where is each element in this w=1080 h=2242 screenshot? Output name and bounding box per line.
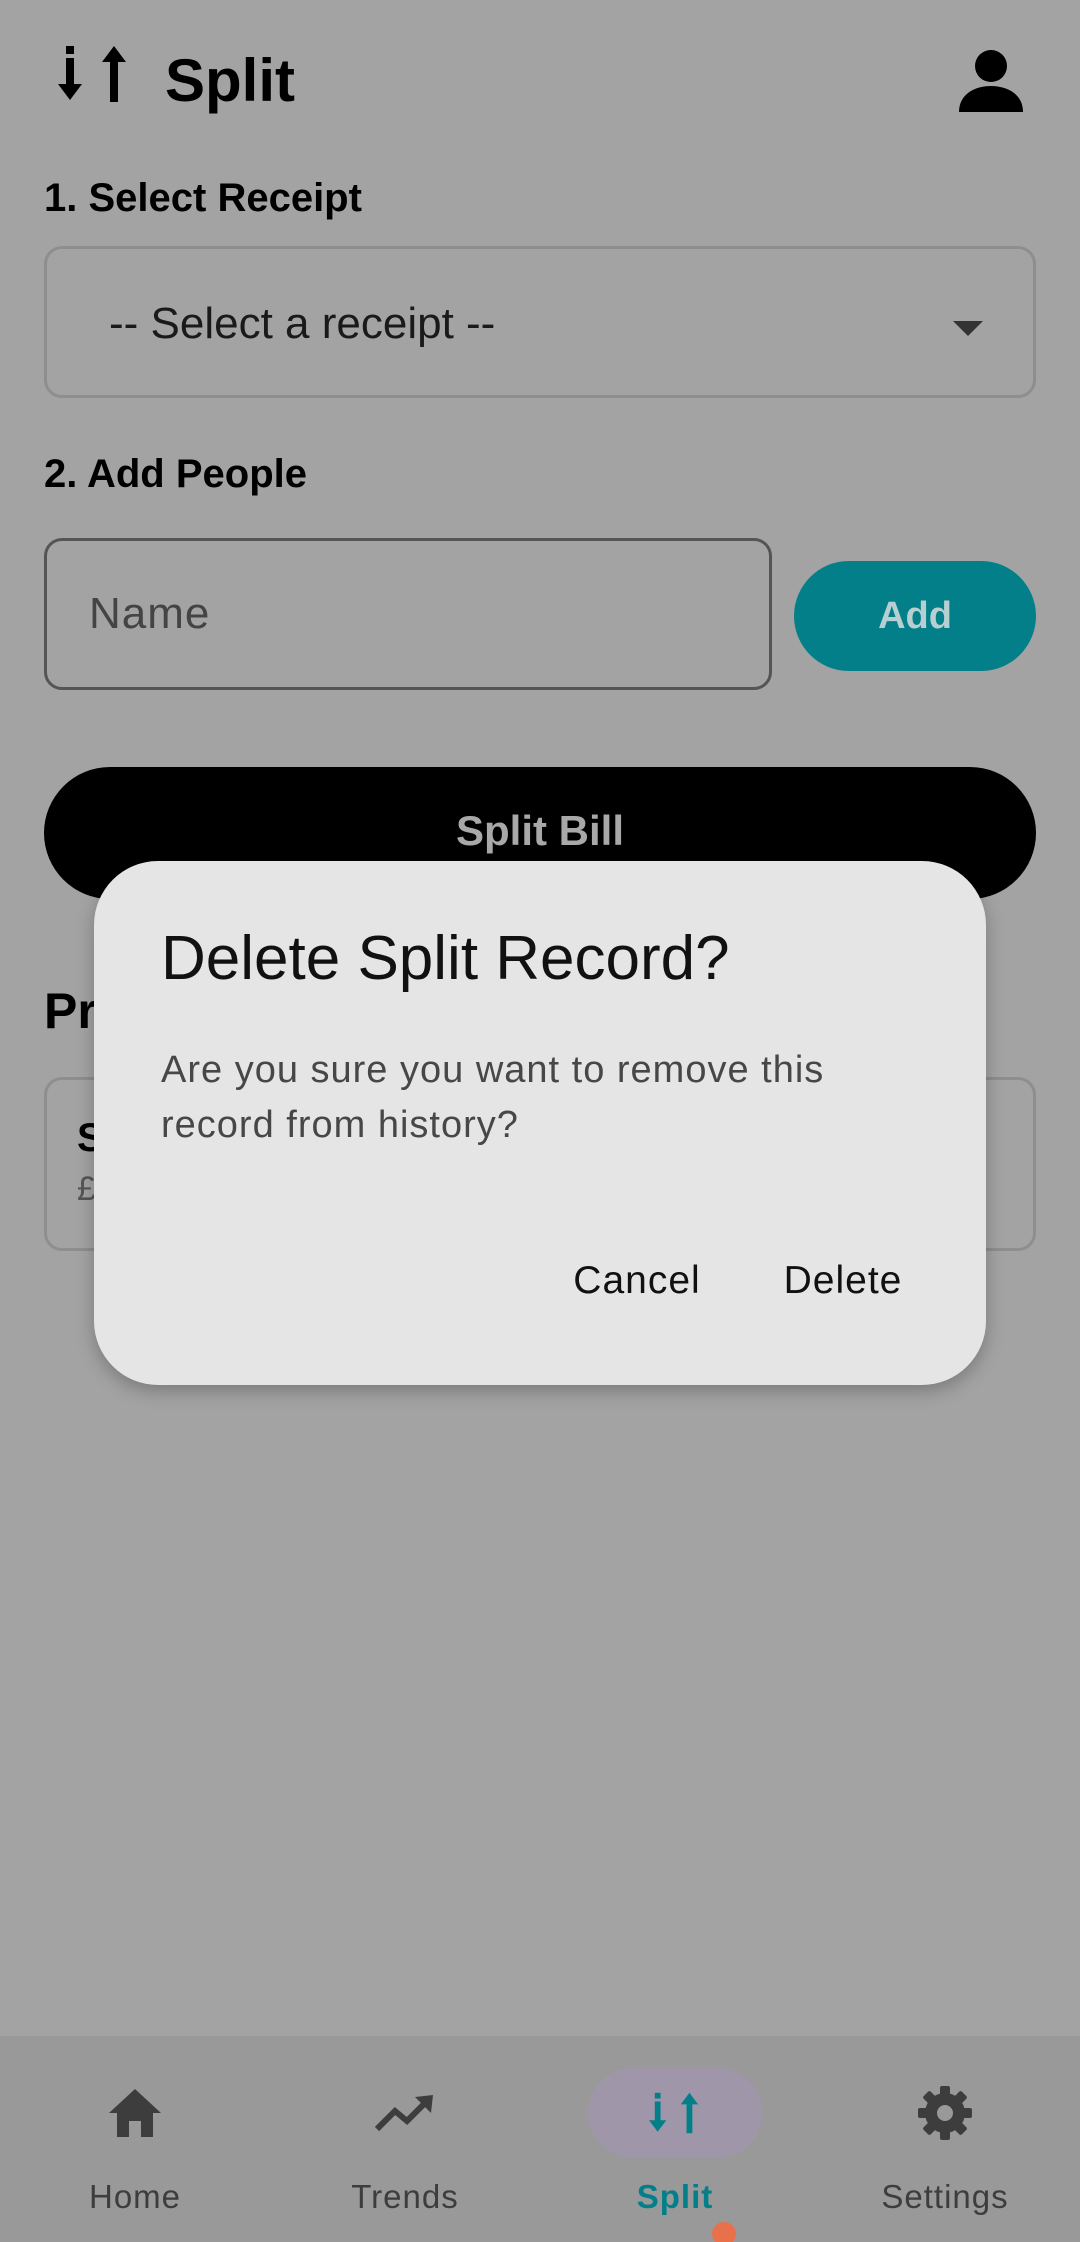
nav-icon-container bbox=[318, 2068, 492, 2158]
trending-up-icon bbox=[375, 2095, 433, 2132]
nav-item-trends[interactable]: Trends bbox=[270, 2036, 540, 2242]
split-arrows-icon bbox=[58, 46, 126, 102]
nav-item-home[interactable]: Home bbox=[0, 2036, 270, 2242]
nav-label-settings: Settings bbox=[881, 2178, 1009, 2215]
delete-button[interactable]: Delete bbox=[758, 1241, 928, 1321]
receipt-dropdown-value: -- Select a receipt -- bbox=[109, 299, 496, 348]
name-input[interactable] bbox=[44, 538, 772, 690]
nav-label-trends: Trends bbox=[351, 2178, 459, 2215]
add-people-label: 2. Add People bbox=[44, 452, 308, 496]
receipt-dropdown[interactable]: -- Select a receipt -- bbox=[44, 246, 1036, 398]
nav-item-split[interactable]: Split bbox=[540, 2036, 810, 2242]
dialog-title: Delete Split Record? bbox=[161, 924, 730, 993]
dropdown-caret-icon bbox=[953, 321, 983, 336]
split-arrows-icon bbox=[649, 2092, 699, 2134]
person-icon[interactable] bbox=[955, 44, 1027, 116]
delete-confirm-dialog: Delete Split Record? Are you sure you wa… bbox=[94, 861, 986, 1385]
add-person-button[interactable]: Add bbox=[794, 561, 1036, 671]
history-title: Pr bbox=[44, 983, 97, 1039]
app-title: Split bbox=[165, 47, 295, 114]
app-bar: Split bbox=[0, 0, 1080, 160]
nav-label-home: Home bbox=[88, 2178, 182, 2215]
dialog-message: Are you sure you want to remove this rec… bbox=[161, 1049, 825, 1146]
nav-label-split: Split bbox=[636, 2178, 714, 2215]
nav-icon-container bbox=[858, 2068, 1032, 2158]
nav-icon-container-active bbox=[588, 2068, 762, 2158]
gear-icon bbox=[918, 2086, 972, 2140]
cancel-button[interactable]: Cancel bbox=[552, 1241, 722, 1321]
touch-indicator bbox=[712, 2222, 736, 2242]
home-icon bbox=[109, 2089, 161, 2137]
select-receipt-label: 1. Select Receipt bbox=[44, 176, 362, 220]
bottom-navigation: Home Trends Split Settings bbox=[0, 2036, 1080, 2242]
nav-icon-container bbox=[48, 2068, 222, 2158]
nav-item-settings[interactable]: Settings bbox=[810, 2036, 1080, 2242]
